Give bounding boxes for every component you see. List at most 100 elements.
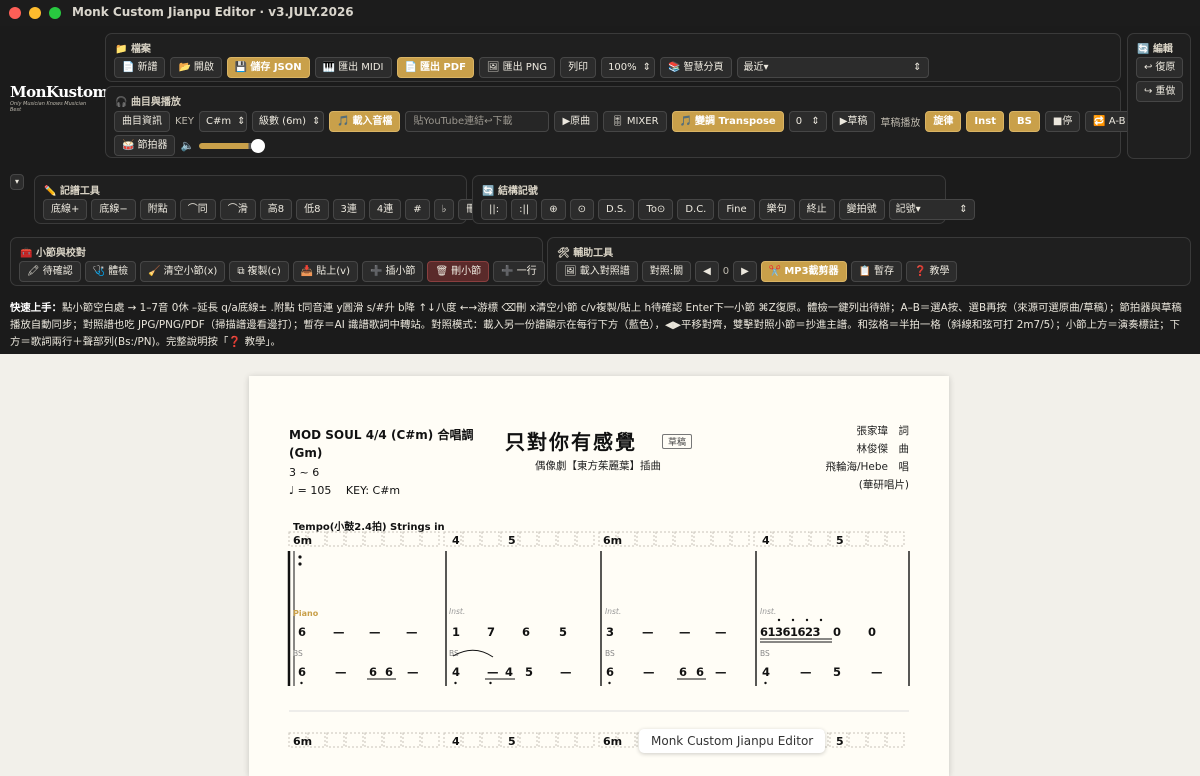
notation-button-3[interactable]: ⌒同 — [179, 199, 216, 220]
collapse-toggle-button[interactable]: ▾ — [10, 174, 25, 190]
structure-button-0[interactable]: ||: — [481, 199, 508, 220]
structure-button-7[interactable]: Fine — [718, 199, 755, 220]
youtube-url-input[interactable]: 貼YouTube連結↩下載 — [405, 111, 550, 132]
select-arrows-icon: ⇕ — [811, 116, 820, 127]
triangle-left-icon: ◀ — [703, 266, 711, 277]
clear-measure-button[interactable]: 🧹 清空小節(x) — [140, 261, 226, 282]
structure-button-4[interactable]: D.S. — [598, 199, 635, 220]
tutorial-button[interactable]: ❓ 教學 — [906, 261, 958, 282]
insert-measure-button[interactable]: ➕ 插小節 — [361, 261, 424, 282]
notation-button-2[interactable]: 附點 — [139, 199, 176, 220]
redo-button[interactable]: ↪ 重做 — [1136, 81, 1184, 102]
notation-button-8[interactable]: 4連 — [368, 199, 402, 220]
level-select[interactable]: 級數 (6m) ⇕ — [251, 111, 324, 132]
save-json-button[interactable]: 💾 儲存 JSON — [226, 57, 310, 78]
bass-note: 4 — [762, 665, 770, 679]
copy-measure-button[interactable]: ⧉ 複製(c) — [229, 261, 289, 282]
structure-button-2[interactable]: ⊕ — [541, 199, 566, 220]
notation-button-9[interactable]: # — [405, 199, 430, 220]
load-audio-button[interactable]: 🎵 載入音檔 — [328, 111, 401, 132]
paste-measure-button[interactable]: 📥 貼上(v) — [292, 261, 358, 282]
app-window: Monk Custom Jianpu Editor · v3.JULY.2026… — [0, 0, 1200, 776]
health-check-button[interactable]: 🩺 體檢 — [84, 261, 137, 282]
octave-dot — [777, 618, 781, 622]
part-label-piano: Piano — [293, 609, 319, 618]
new-file-icon: 📄 — [122, 62, 135, 73]
notation-button-10[interactable]: ♭ — [433, 199, 455, 220]
chord-cell — [345, 531, 364, 547]
shift-left-button[interactable]: ◀ — [695, 261, 719, 282]
notation-button-7[interactable]: 3連 — [332, 199, 365, 220]
export-midi-button[interactable]: 🎹 匯出 MIDI — [314, 57, 392, 78]
structure-button-3[interactable]: ⊙ — [569, 199, 594, 220]
add-row-button[interactable]: ➕ 一行 — [493, 261, 545, 282]
edit-panel-title: 編輯 — [1152, 44, 1173, 55]
open-button[interactable]: 📂 開啟 — [170, 57, 222, 78]
notation-button-1[interactable]: 底線− — [91, 199, 136, 220]
delete-measure-button[interactable]: 🗑 刪小節 — [427, 261, 490, 282]
song-info-button[interactable]: 曲目資訊 — [114, 111, 170, 132]
structure-button-5[interactable]: To⊙ — [638, 199, 674, 220]
export-pdf-button[interactable]: 📄 匯出 PDF — [396, 57, 474, 78]
print-button[interactable]: 列印 — [560, 57, 597, 78]
play-draft-button[interactable]: ▶草稿 — [831, 111, 876, 132]
score-staff[interactable]: 6m 4 5 6m 4 5Piano Inst. Inst. Inst.BS BS BS BS6— — —… — [249, 376, 949, 776]
play-original-button[interactable]: ▶原曲 — [554, 111, 599, 132]
volume-slider-knob[interactable] — [251, 138, 266, 153]
octave-dot — [454, 681, 457, 685]
bass-note: — — [407, 665, 419, 679]
chord-cell — [557, 531, 576, 547]
zoom-select[interactable]: 100% ⇕ — [601, 57, 656, 78]
offset-value: 0 — [722, 266, 730, 277]
mixer-button[interactable]: 🎚 MIXER — [603, 111, 667, 132]
edit-panel: 🔄 編輯 ↩ 復原 ↪ 重做 — [1127, 33, 1191, 159]
export-png-button[interactable]: 🖼 匯出 PNG — [478, 57, 556, 78]
window-title: Monk Custom Jianpu Editor · v3.JULY.2026 — [72, 5, 354, 19]
maximize-window-button[interactable] — [49, 7, 61, 19]
score-sheet[interactable]: MOD SOUL 4/4 (C#m) 合唱調 (Gm) 3 ~ 6 ♩ = 10… — [249, 376, 949, 776]
transpose-button[interactable]: 🎵 變調 Transpose — [671, 111, 784, 132]
notation-button-4[interactable]: ⌒滑 — [219, 199, 256, 220]
bs-toggle[interactable]: BS — [1009, 111, 1040, 132]
metronome-button[interactable]: 🥁 節拍器 — [114, 135, 176, 156]
select-arrows-icon: ⇕ — [642, 62, 652, 73]
inst-toggle[interactable]: Inst — [966, 111, 1004, 132]
broom-icon: 🧹 — [148, 266, 161, 277]
quick-start-lead: 快速上手： — [10, 302, 62, 314]
marks-select[interactable]: 記號▾ ⇕ — [888, 199, 975, 220]
chord-symbol: 4 — [452, 735, 460, 748]
volume-slider[interactable] — [199, 138, 266, 153]
melody-note: 1 — [452, 625, 460, 639]
load-reference-button[interactable]: 🖼 載入對照譜 — [556, 261, 638, 282]
compare-toggle-button[interactable]: 對照:關 — [641, 261, 692, 282]
structure-icon: 🔄 — [482, 186, 495, 197]
confirm-pending-button[interactable]: 🖍 待確認 — [19, 261, 81, 282]
structure-button-8[interactable]: 樂句 — [758, 199, 795, 220]
notation-button-5[interactable]: 高8 — [259, 199, 293, 220]
stop-button[interactable]: ■停 — [1044, 111, 1081, 132]
notation-button-6[interactable]: 低8 — [296, 199, 329, 220]
notation-button-0[interactable]: 底線+ — [43, 199, 88, 220]
minimize-window-button[interactable] — [29, 7, 41, 19]
undo-button[interactable]: ↩ 復原 — [1136, 57, 1184, 78]
chord-cell — [538, 531, 557, 547]
chord-cell — [848, 531, 867, 547]
structure-button-1[interactable]: :|| — [511, 199, 538, 220]
octave-dot — [791, 618, 795, 622]
smart-page-button[interactable]: 📚 智慧分頁 — [660, 57, 732, 78]
structure-button-6[interactable]: D.C. — [677, 199, 715, 220]
stash-button[interactable]: 📋 暫存 — [850, 261, 903, 282]
file-panel-title: 檔案 — [130, 44, 151, 55]
structure-button-9[interactable]: 終止 — [798, 199, 835, 220]
new-score-button[interactable]: 📄 新譜 — [114, 57, 166, 78]
key-select[interactable]: C#m ⇕ — [198, 111, 247, 132]
melody-toggle[interactable]: 旋律 — [925, 111, 962, 132]
close-window-button[interactable] — [9, 7, 21, 19]
transpose-select[interactable]: 0 ⇕ — [788, 111, 827, 132]
bass-note: — — [335, 665, 347, 679]
tools-icon: 🛠 — [557, 248, 570, 259]
recent-select[interactable]: 最近▾ ⇕ — [736, 57, 929, 78]
shift-right-button[interactable]: ▶ — [733, 261, 757, 282]
structure-button-10[interactable]: 變拍號 — [838, 199, 885, 220]
mp3-cutter-button[interactable]: ✂️ MP3截剪器 — [760, 261, 847, 282]
